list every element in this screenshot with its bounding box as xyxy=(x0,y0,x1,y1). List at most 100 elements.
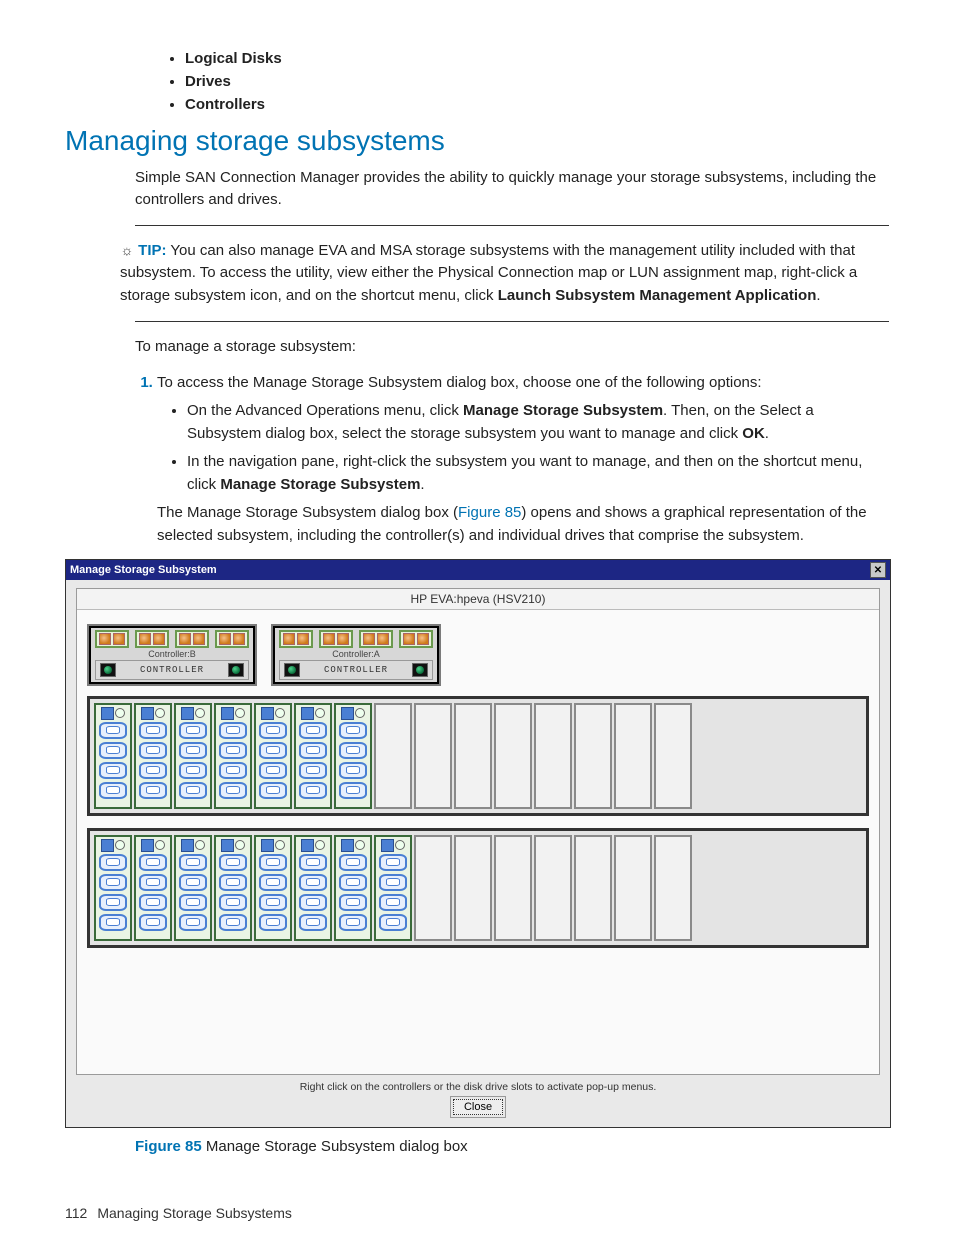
platter-icon xyxy=(99,914,127,931)
port-pair[interactable] xyxy=(95,630,129,648)
drive-slot-filled[interactable] xyxy=(174,703,212,809)
tip-block: ☼ TIP: You can also manage EVA and MSA s… xyxy=(120,240,889,308)
drive-slot-filled[interactable] xyxy=(94,703,132,809)
port-pair[interactable] xyxy=(135,630,169,648)
platter-icon xyxy=(339,742,367,759)
platter-icon xyxy=(139,914,167,931)
drive-slot-filled[interactable] xyxy=(94,835,132,941)
platter-icon xyxy=(139,762,167,779)
intro-paragraph: Simple SAN Connection Manager provides t… xyxy=(135,167,889,211)
drive-slot-filled[interactable] xyxy=(214,703,252,809)
platter-icon xyxy=(179,854,207,871)
drive-slot-empty[interactable] xyxy=(414,835,452,941)
tip-text-end: . xyxy=(816,287,820,304)
drive-slot-filled[interactable] xyxy=(174,835,212,941)
device-panel: HP EVA:hpeva (HSV210) Controller:B CONTRO… xyxy=(76,588,880,1075)
platter-icon xyxy=(339,782,367,799)
port-row xyxy=(279,630,433,648)
drive-slot-empty[interactable] xyxy=(574,703,612,809)
controller-card[interactable]: Controller:B CONTROLLER xyxy=(87,624,257,686)
indicator-icon xyxy=(412,663,428,677)
port-pair[interactable] xyxy=(175,630,209,648)
close-button[interactable]: Close xyxy=(453,1099,503,1115)
figure-caption: Figure 85 Manage Storage Subsystem dialo… xyxy=(135,1138,889,1155)
drive-slot-empty[interactable] xyxy=(574,835,612,941)
top-bullet-list: Logical Disks Drives Controllers xyxy=(185,50,889,113)
drive-slot-filled[interactable] xyxy=(134,703,172,809)
list-item: Drives xyxy=(185,73,889,90)
drive-slot-filled[interactable] xyxy=(214,835,252,941)
drive-slot-empty[interactable] xyxy=(454,835,492,941)
port-icon xyxy=(99,633,111,645)
platter-icon xyxy=(179,782,207,799)
figure-link[interactable]: Figure 85 xyxy=(458,504,521,521)
controller-bar-label: CONTROLLER xyxy=(324,665,388,675)
port-icon xyxy=(297,633,309,645)
drive-slot-empty[interactable] xyxy=(454,703,492,809)
port-pair[interactable] xyxy=(319,630,353,648)
port-icon xyxy=(283,633,295,645)
section-heading: Managing storage subsystems xyxy=(65,125,889,157)
platter-icon xyxy=(259,894,287,911)
drive-slot-empty[interactable] xyxy=(654,835,692,941)
controller-bar: CONTROLLER xyxy=(279,660,433,680)
platter-icon xyxy=(259,742,287,759)
platter-icon xyxy=(379,854,407,871)
drive-slot-filled[interactable] xyxy=(254,835,292,941)
divider xyxy=(135,321,889,322)
platter-icon xyxy=(179,742,207,759)
platter-icon xyxy=(219,854,247,871)
page-number: 112 xyxy=(65,1205,87,1221)
controller-bar-label: CONTROLLER xyxy=(140,665,204,675)
platter-icon xyxy=(299,914,327,931)
drive-slot-filled[interactable] xyxy=(254,703,292,809)
drive-slot-empty[interactable] xyxy=(374,703,412,809)
platter-icon xyxy=(259,854,287,871)
drive-slot-empty[interactable] xyxy=(494,835,532,941)
port-icon xyxy=(417,633,429,645)
drive-slot-filled[interactable] xyxy=(294,835,332,941)
close-icon[interactable]: ✕ xyxy=(870,562,886,578)
figure-number: Figure 85 xyxy=(135,1138,202,1155)
platter-icon xyxy=(99,762,127,779)
drive-header-icon xyxy=(221,839,245,851)
procedure-list: To access the Manage Storage Subsystem d… xyxy=(135,372,889,548)
drive-slot-empty[interactable] xyxy=(614,703,652,809)
drive-slot-empty[interactable] xyxy=(534,703,572,809)
platter-icon xyxy=(259,722,287,739)
drive-slot-empty[interactable] xyxy=(614,835,652,941)
platter-icon xyxy=(339,762,367,779)
drive-header-icon xyxy=(341,707,365,719)
drive-slot-filled[interactable] xyxy=(134,835,172,941)
platter-icon xyxy=(299,874,327,891)
platter-icon xyxy=(179,722,207,739)
port-pair[interactable] xyxy=(215,630,249,648)
platter-icon xyxy=(259,914,287,931)
device-title: HP EVA:hpeva (HSV210) xyxy=(77,589,879,610)
port-icon xyxy=(113,633,125,645)
platter-icon xyxy=(259,782,287,799)
controller-bar: CONTROLLER xyxy=(95,660,249,680)
drive-header-icon xyxy=(301,839,325,851)
platter-icon xyxy=(139,722,167,739)
platter-icon xyxy=(139,782,167,799)
port-icon xyxy=(219,633,231,645)
port-pair[interactable] xyxy=(359,630,393,648)
tip-action: Launch Subsystem Management Application xyxy=(498,287,817,304)
drive-slot-filled[interactable] xyxy=(334,703,372,809)
port-icon xyxy=(179,633,191,645)
drive-slot-filled[interactable] xyxy=(374,835,412,941)
platter-icon xyxy=(299,722,327,739)
port-pair[interactable] xyxy=(399,630,433,648)
port-icon xyxy=(323,633,335,645)
controller-card[interactable]: Controller:ACONTROLLER xyxy=(271,624,441,686)
controller-sublabel: Controller:B xyxy=(95,649,249,659)
drive-slot-empty[interactable] xyxy=(654,703,692,809)
port-pair[interactable] xyxy=(279,630,313,648)
drive-slot-filled[interactable] xyxy=(334,835,372,941)
drive-slot-empty[interactable] xyxy=(414,703,452,809)
drive-slot-empty[interactable] xyxy=(494,703,532,809)
drive-slot-empty[interactable] xyxy=(534,835,572,941)
port-row xyxy=(95,630,249,648)
drive-slot-filled[interactable] xyxy=(294,703,332,809)
